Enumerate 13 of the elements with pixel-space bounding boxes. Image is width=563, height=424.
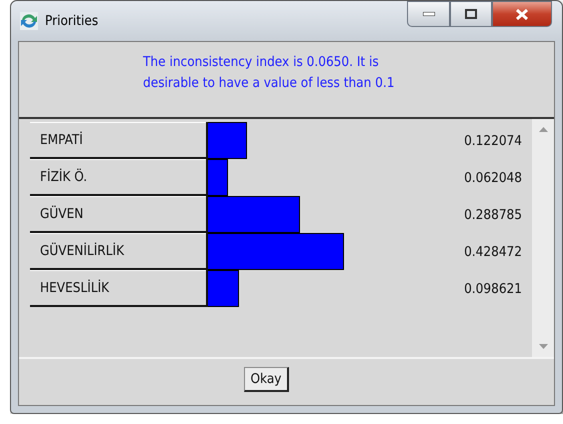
priority-value: 0.122074 — [464, 132, 522, 150]
criterion-label: HEVESLİLİK — [30, 270, 206, 307]
criterion-label: GÜVENİLİRLİK — [30, 233, 206, 270]
priority-value: 0.288785 — [464, 206, 522, 224]
okay-button[interactable]: Okay — [244, 367, 290, 392]
criterion-label: EMPATİ — [30, 122, 206, 159]
priority-value: 0.062048 — [464, 168, 522, 188]
criterion-label: GÜVEN — [30, 196, 206, 233]
priority-value: 0.098621 — [464, 280, 522, 298]
window-title: Priorities — [45, 13, 98, 29]
inconsistency-message: The inconsistency index is 0.0650. It is desirable to have a value of less than 0.1 — [143, 53, 396, 92]
priority-value: 0.428472 — [464, 242, 522, 262]
criterion-label: FİZİK Ö. — [30, 159, 206, 196]
